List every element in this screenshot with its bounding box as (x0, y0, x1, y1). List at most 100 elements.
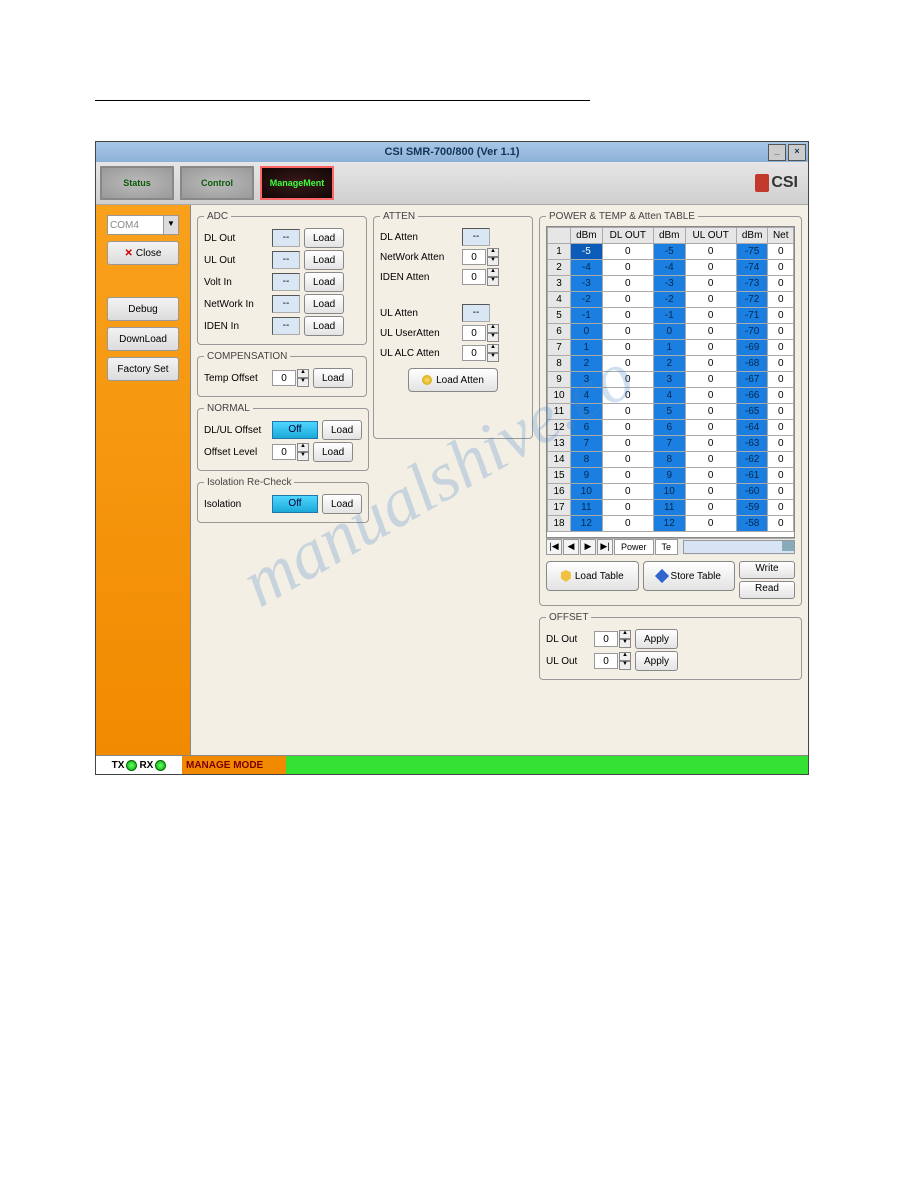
table-cell[interactable]: 0 (602, 452, 653, 468)
table-cell[interactable]: 1 (571, 340, 603, 356)
table-row[interactable]: 17110110-590 (548, 500, 794, 516)
factory-set-button[interactable]: Factory Set (107, 357, 179, 381)
table-cell[interactable]: 0 (768, 500, 794, 516)
table-cell[interactable]: 3 (571, 372, 603, 388)
table-cell[interactable]: 0 (768, 244, 794, 260)
table-cell[interactable]: 1 (653, 340, 685, 356)
table-cell[interactable]: 0 (685, 244, 736, 260)
nav-next-icon[interactable]: ▶ (580, 539, 596, 555)
table-cell[interactable]: 0 (768, 484, 794, 500)
comp-load-button[interactable]: Load (313, 368, 353, 388)
dlul-load-button[interactable]: Load (322, 420, 362, 440)
iden-atten-spinner[interactable]: ▲▼ (462, 268, 499, 286)
table-cell[interactable]: 16 (548, 484, 571, 500)
table-cell[interactable]: -66 (736, 388, 768, 404)
temp-offset-spinner[interactable]: ▲▼ (272, 369, 309, 387)
sheet-tab-power[interactable]: Power (614, 539, 654, 555)
table-cell[interactable]: 0 (602, 244, 653, 260)
table-row[interactable]: 82020-680 (548, 356, 794, 372)
tab-control[interactable]: Control (180, 166, 254, 200)
chevron-down-icon[interactable]: ▼ (163, 216, 178, 234)
offset-dl-input[interactable] (594, 631, 618, 647)
load-atten-button[interactable]: Load Atten (408, 368, 498, 392)
table-cell[interactable]: 0 (685, 516, 736, 532)
table-cell[interactable]: 0 (685, 260, 736, 276)
h-scrollbar[interactable] (683, 540, 795, 554)
table-cell[interactable]: 10 (548, 388, 571, 404)
table-cell[interactable]: -73 (736, 276, 768, 292)
temp-offset-input[interactable] (272, 370, 296, 386)
table-cell[interactable]: 0 (768, 420, 794, 436)
table-cell[interactable]: 0 (685, 404, 736, 420)
offset-ul-input[interactable] (594, 653, 618, 669)
download-button[interactable]: DownLoad (107, 327, 179, 351)
table-cell[interactable]: 0 (768, 388, 794, 404)
table-cell[interactable]: 0 (768, 372, 794, 388)
table-row[interactable]: 115050-650 (548, 404, 794, 420)
up-icon[interactable]: ▲ (297, 443, 309, 452)
table-cell[interactable]: -63 (736, 436, 768, 452)
sheet-tab-temp[interactable]: Te (655, 539, 679, 555)
down-icon[interactable]: ▼ (297, 452, 309, 461)
table-cell[interactable]: -68 (736, 356, 768, 372)
table-cell[interactable]: -2 (571, 292, 603, 308)
down-icon[interactable]: ▼ (487, 333, 499, 342)
table-cell[interactable]: 0 (602, 372, 653, 388)
table-cell[interactable]: 0 (602, 292, 653, 308)
offset-level-load-button[interactable]: Load (313, 442, 353, 462)
table-row[interactable]: 148080-620 (548, 452, 794, 468)
load-table-button[interactable]: Load Table (546, 561, 639, 591)
down-icon[interactable]: ▼ (619, 661, 631, 670)
down-icon[interactable]: ▼ (487, 353, 499, 362)
table-cell[interactable]: 7 (571, 436, 603, 452)
debug-button[interactable]: Debug (107, 297, 179, 321)
tab-status[interactable]: Status (100, 166, 174, 200)
table-cell[interactable]: 13 (548, 436, 571, 452)
table-cell[interactable]: 0 (768, 356, 794, 372)
table-cell[interactable]: -2 (653, 292, 685, 308)
table-cell[interactable]: 2 (653, 356, 685, 372)
table-cell[interactable]: 0 (768, 276, 794, 292)
table-cell[interactable]: 11 (571, 500, 603, 516)
table-cell[interactable]: 9 (653, 468, 685, 484)
power-table[interactable]: dBmDL OUTdBmUL OUTdBmNet 1-50-50-7502-40… (547, 227, 794, 532)
table-row[interactable]: 3-30-30-730 (548, 276, 794, 292)
table-cell[interactable]: 0 (602, 324, 653, 340)
table-cell[interactable]: 4 (571, 388, 603, 404)
offset-level-spinner[interactable]: ▲▼ (272, 443, 309, 461)
table-cell[interactable]: 0 (571, 324, 603, 340)
table-cell[interactable]: 0 (602, 516, 653, 532)
table-cell[interactable]: -4 (653, 260, 685, 276)
table-cell[interactable]: -67 (736, 372, 768, 388)
table-cell[interactable]: 8 (548, 356, 571, 372)
table-cell[interactable]: 0 (768, 324, 794, 340)
com-port-input[interactable] (108, 216, 163, 234)
table-row[interactable]: 60000-700 (548, 324, 794, 340)
up-icon[interactable]: ▲ (487, 324, 499, 333)
offset-dl-spinner[interactable]: ▲▼ (594, 630, 631, 648)
table-cell[interactable]: -75 (736, 244, 768, 260)
table-cell[interactable]: -61 (736, 468, 768, 484)
table-cell[interactable]: 0 (685, 276, 736, 292)
table-cell[interactable]: -69 (736, 340, 768, 356)
down-icon[interactable]: ▼ (487, 277, 499, 286)
table-cell[interactable]: 14 (548, 452, 571, 468)
ul-alc-atten-input[interactable] (462, 345, 486, 361)
table-cell[interactable]: 12 (548, 420, 571, 436)
table-cell[interactable]: 6 (548, 324, 571, 340)
table-cell[interactable]: 0 (685, 372, 736, 388)
table-cell[interactable]: 2 (548, 260, 571, 276)
table-cell[interactable]: 15 (548, 468, 571, 484)
table-cell[interactable]: 4 (548, 292, 571, 308)
table-cell[interactable]: -58 (736, 516, 768, 532)
table-cell[interactable]: 11 (653, 500, 685, 516)
table-cell[interactable]: 0 (602, 356, 653, 372)
ul-user-atten-input[interactable] (462, 325, 486, 341)
table-cell[interactable]: 0 (602, 404, 653, 420)
up-icon[interactable]: ▲ (487, 268, 499, 277)
adc-load-button-2[interactable]: Load (304, 272, 344, 292)
table-cell[interactable]: 0 (602, 468, 653, 484)
table-cell[interactable]: 0 (768, 452, 794, 468)
adc-load-button-0[interactable]: Load (304, 228, 344, 248)
table-cell[interactable]: 0 (602, 484, 653, 500)
